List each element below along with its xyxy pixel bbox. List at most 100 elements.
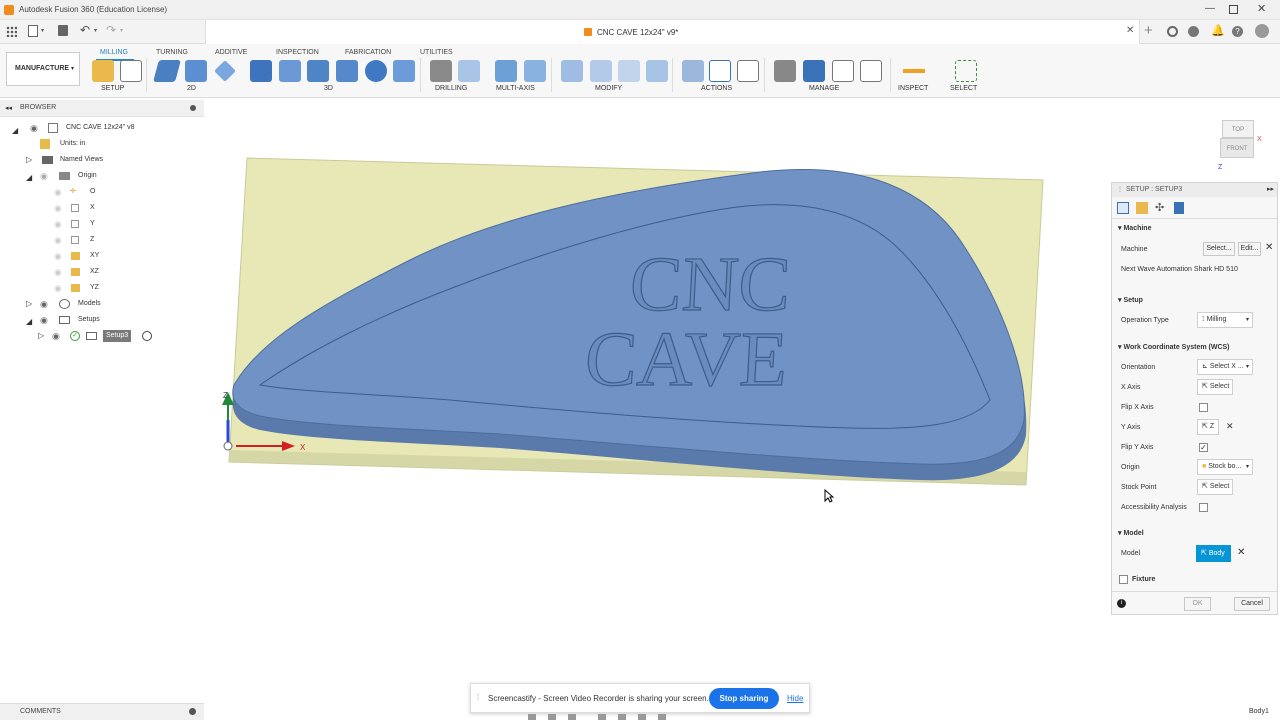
y-axis-clear-icon[interactable]: ✕	[1226, 421, 1234, 432]
ok-button[interactable]: OK	[1184, 597, 1211, 611]
machine-select-button[interactable]: Select...	[1203, 242, 1235, 256]
tab-inspection[interactable]: INSPECTION	[276, 49, 319, 56]
workspace-switcher[interactable]: MANUFACTURE ▾	[6, 52, 80, 86]
file-menu-chevron-icon[interactable]: ▾	[41, 27, 44, 34]
extensions-icon[interactable]	[1188, 26, 1199, 37]
group-manage[interactable]: MANAGE	[809, 85, 839, 92]
file-menu-icon[interactable]	[28, 25, 38, 37]
select-window-icon[interactable]	[955, 60, 977, 82]
visibility-eye-icon[interactable]: ◉	[40, 168, 48, 184]
operation-type-select[interactable]: ⟟ Milling ▾	[1197, 312, 1253, 328]
3d-pocket-icon[interactable]	[279, 60, 301, 82]
modify-scissors-icon[interactable]	[561, 60, 583, 82]
fit-icon[interactable]	[598, 714, 606, 720]
multiaxis-swarf-icon[interactable]	[495, 60, 517, 82]
viewcube-top-face[interactable]: TOP	[1222, 120, 1254, 138]
scallop-icon[interactable]	[365, 60, 387, 82]
visibility-eye-icon[interactable]: ◉	[40, 312, 48, 328]
tab-fabrication[interactable]: FABRICATION	[345, 49, 391, 56]
stop-sharing-button[interactable]: Stop sharing	[709, 688, 779, 709]
face-icon[interactable]	[214, 60, 236, 82]
drill-icon[interactable]	[430, 60, 452, 82]
viewcube[interactable]: TOP FRONT X Z	[1216, 116, 1262, 172]
machine-clear-icon[interactable]: ✕	[1265, 242, 1273, 253]
nc-program-icon[interactable]	[120, 60, 142, 82]
visibility-eye-icon[interactable]: ◉	[54, 200, 62, 216]
expand-triangle-icon[interactable]: ▷	[26, 296, 32, 312]
notifications-icon[interactable]: 🔔	[1211, 24, 1225, 37]
tab-utilities[interactable]: UTILITIES	[420, 49, 453, 56]
new-tab-icon[interactable]: +	[1144, 22, 1153, 39]
minimize-button[interactable]: —	[1205, 3, 1215, 14]
post-library-icon[interactable]	[832, 60, 854, 82]
fixture-checkbox[interactable]	[1119, 575, 1128, 584]
visibility-eye-icon[interactable]: ◉	[54, 248, 62, 264]
hole-recognition-icon[interactable]	[458, 60, 480, 82]
tab-table-icon[interactable]	[1174, 202, 1184, 214]
expand-triangle-icon[interactable]: ▷	[38, 328, 44, 344]
group-2d[interactable]: 2D	[187, 85, 196, 92]
setup-sheet-icon[interactable]	[737, 60, 759, 82]
group-setup[interactable]: SETUP	[101, 85, 124, 92]
modify-delete-icon[interactable]	[590, 60, 612, 82]
active-document-tab[interactable]: CNC CAVE 12x24" v9* ✕	[205, 20, 1140, 44]
modify-pattern-icon[interactable]	[646, 60, 668, 82]
group-3d[interactable]: 3D	[324, 85, 333, 92]
maximize-button[interactable]	[1229, 5, 1238, 14]
2d-adaptive-icon[interactable]	[153, 60, 181, 82]
group-actions[interactable]: ACTIONS	[701, 85, 732, 92]
active-setup-icon[interactable]	[142, 331, 152, 341]
undo-chevron-icon[interactable]: ▾	[94, 27, 97, 34]
pan-icon[interactable]	[548, 714, 556, 720]
y-axis-select[interactable]: ⇱ Z	[1197, 419, 1219, 435]
redo-chevron-icon[interactable]: ▾	[120, 27, 123, 34]
visibility-eye-icon[interactable]: ◉	[54, 264, 62, 280]
template-library-icon[interactable]	[860, 60, 882, 82]
tab-setup-icon[interactable]	[1117, 202, 1129, 214]
3d-adaptive-icon[interactable]	[250, 60, 272, 82]
visibility-eye-icon[interactable]: ◉	[54, 280, 62, 296]
group-drilling[interactable]: DRILLING	[435, 85, 467, 92]
group-select[interactable]: SELECT	[950, 85, 977, 92]
section-model[interactable]: ▾ Model	[1118, 529, 1144, 537]
group-inspect[interactable]: INSPECT	[898, 85, 928, 92]
app-grid-icon[interactable]	[6, 26, 17, 37]
visibility-eye-icon[interactable]: ◉	[54, 184, 62, 200]
modify-tool-icon[interactable]	[618, 60, 640, 82]
tab-additive[interactable]: ADDITIVE	[215, 49, 247, 56]
viewcube-front-face[interactable]: FRONT	[1220, 138, 1254, 158]
visibility-eye-icon[interactable]: ◉	[52, 328, 60, 344]
machine-library-icon[interactable]	[803, 60, 825, 82]
expand-triangle-icon[interactable]: ▷	[26, 152, 32, 168]
section-wcs[interactable]: ▾ Work Coordinate System (WCS)	[1118, 343, 1230, 351]
undo-icon[interactable]: ↶	[80, 23, 90, 37]
origin-select[interactable]: ■ Stock bo... ▾	[1197, 459, 1253, 475]
contour-icon[interactable]	[393, 60, 415, 82]
section-machine[interactable]: ▾ Machine	[1118, 224, 1151, 232]
tab-stock-icon[interactable]	[1136, 202, 1148, 214]
post-process-icon[interactable]	[709, 60, 731, 82]
section-setup[interactable]: ▾ Setup	[1118, 296, 1143, 304]
close-tab-icon[interactable]: ✕	[1126, 25, 1134, 36]
redo-icon[interactable]: ↷	[106, 23, 116, 37]
multiaxis-flow-icon[interactable]	[524, 60, 546, 82]
stock-point-select[interactable]: ⇱ Select	[1197, 479, 1233, 495]
collapse-triangle-icon[interactable]: ◢	[26, 314, 32, 330]
measure-icon[interactable]	[903, 60, 925, 82]
steep-shallow-icon[interactable]	[307, 60, 329, 82]
viewports-icon[interactable]	[658, 714, 666, 720]
new-folder-icon[interactable]	[92, 60, 114, 82]
tab-milling[interactable]: MILLING	[100, 49, 128, 56]
collapse-dialog-icon[interactable]: ▸▸	[1267, 185, 1274, 193]
display-settings-icon[interactable]	[618, 714, 626, 720]
cancel-button[interactable]: Cancel	[1234, 597, 1270, 611]
tool-library-icon[interactable]	[774, 60, 796, 82]
flip-y-checkbox[interactable]: ✓	[1199, 443, 1208, 452]
orbit-icon[interactable]	[528, 714, 536, 720]
model-clear-icon[interactable]: ✕	[1237, 547, 1245, 558]
close-window-button[interactable]: ✕	[1257, 2, 1266, 15]
user-avatar[interactable]	[1255, 24, 1269, 38]
x-axis-select[interactable]: ⇱ Select	[1197, 379, 1233, 395]
dialog-grip-icon[interactable]: ⋮	[1117, 186, 1123, 193]
visibility-eye-icon[interactable]: ◉	[40, 296, 48, 312]
